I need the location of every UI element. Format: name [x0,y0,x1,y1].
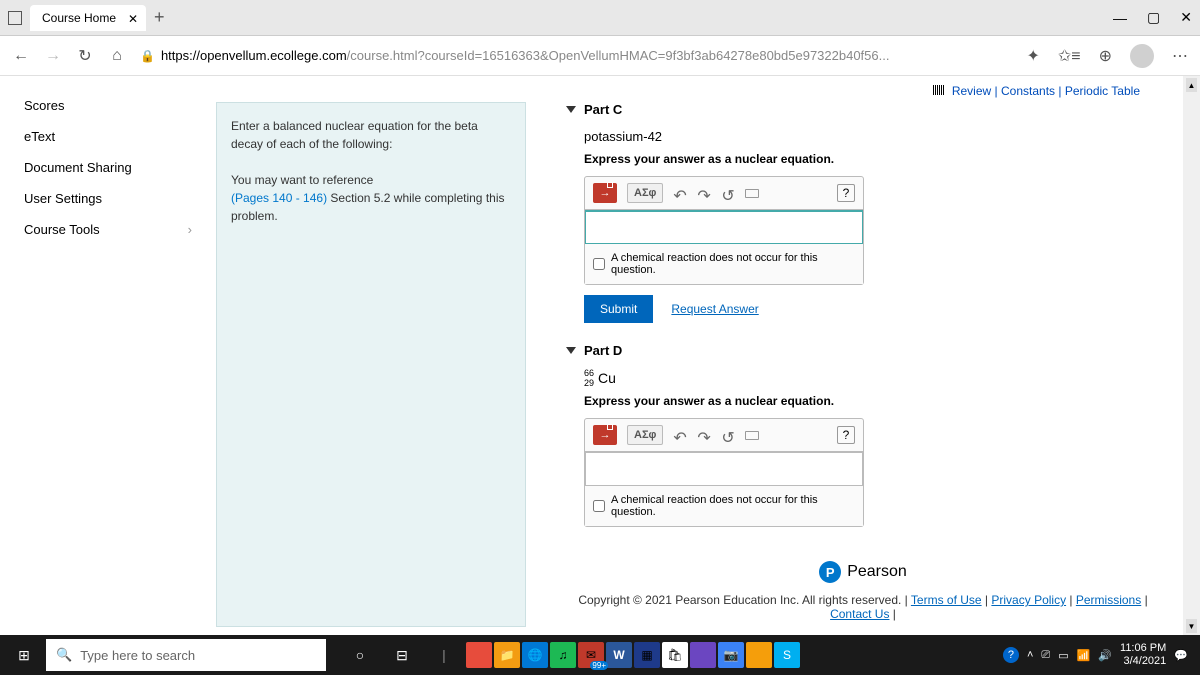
answer-input-d[interactable] [585,452,863,486]
keyboard-icon[interactable] [745,189,759,198]
volume-icon[interactable]: 🔊 [1098,649,1112,662]
request-answer-link-c[interactable]: Request Answer [671,302,758,316]
review-link[interactable]: Review [952,84,991,98]
help-icon[interactable]: ? [837,426,855,444]
taskbar-search[interactable]: 🔍 Type here to search [46,639,326,671]
sidebar-item-scores[interactable]: Scores [0,90,216,121]
refresh-button[interactable]: ↻ [76,47,94,65]
page-ref-link[interactable]: (Pages 140 - 146) [231,191,327,205]
menu-icon[interactable]: ⋯ [1172,46,1188,66]
collections-icon[interactable]: ⊕ [1099,46,1112,66]
permissions-link[interactable]: Permissions [1076,593,1141,607]
footer: P Pearson Copyright © 2021 Pearson Educa… [566,547,1160,627]
sidebar-item-usersettings[interactable]: User Settings [0,183,216,214]
store-icon[interactable]: 🛍 [662,642,688,668]
task-app-1[interactable] [466,642,492,668]
search-icon: 🔍 [56,647,72,663]
wifi-icon[interactable]: 📶 [1077,649,1091,662]
terms-link[interactable]: Terms of Use [911,593,982,607]
submit-button-c[interactable]: Submit [584,295,653,323]
reset-icon[interactable]: ↺ [721,186,735,200]
formula-tool[interactable]: → [593,183,617,203]
new-tab-button[interactable]: + [154,7,165,28]
profile-avatar[interactable] [1130,44,1154,68]
battery-icon[interactable]: ▭ [1058,649,1068,662]
address-bar[interactable]: 🔒 https://openvellum.ecollege.com/course… [140,48,1012,63]
browser-tab[interactable]: Course Home ✕ [30,5,146,31]
undo-icon[interactable]: ↶ [673,428,687,442]
tab-favicon [8,11,22,25]
start-button[interactable]: ⊞ [4,635,44,675]
formula-tool[interactable]: → [593,425,617,445]
taskview-icon[interactable]: ⊟ [382,635,422,675]
answer-box-c: → ΑΣφ ↶ ↷ ↺ ? A chemical [584,176,864,285]
forward-button[interactable]: → [44,47,62,65]
minimize-icon[interactable]: — [1113,10,1127,26]
divider: | [424,635,464,675]
periodic-link[interactable]: Periodic Table [1065,84,1140,98]
constants-link[interactable]: Constants [1001,84,1055,98]
close-tab-icon[interactable]: ✕ [128,12,138,26]
answer-input-c[interactable] [585,210,863,244]
favorites-icon[interactable]: ✩≡ [1058,46,1081,66]
sidebar: Scores eText Document Sharing User Setti… [0,76,216,635]
chevron-right-icon: › [188,222,192,237]
collapse-icon[interactable] [566,106,576,113]
word-icon[interactable]: W [606,642,632,668]
keyboard-icon[interactable] [745,431,759,440]
top-links: Review | Constants | Periodic Table [216,76,1160,102]
tray-chevron-icon[interactable]: ˄ [1027,649,1033,661]
part-d: Part D 66 29 Cu Express your answer as a… [566,343,1160,527]
barcode-icon [933,85,945,95]
main-panel: Review | Constants | Periodic Table Ente… [216,76,1200,635]
scroll-up-icon[interactable]: ▲ [1186,78,1197,92]
collapse-icon[interactable] [566,347,576,354]
notifications-icon[interactable]: 💬 [1174,649,1188,662]
instruction-box: Enter a balanced nuclear equation for th… [216,102,526,627]
pearson-p-icon: P [819,561,841,583]
tray-clock[interactable]: 11:06 PM 3/4/2021 [1120,642,1166,668]
undo-icon[interactable]: ↶ [673,186,687,200]
pearson-logo: P Pearson [819,561,907,583]
sidebar-item-etext[interactable]: eText [0,121,216,152]
cortana-icon[interactable]: ○ [340,635,380,675]
task-app-2[interactable]: ▦ [634,642,660,668]
isotope-label: 66 29 Cu [584,370,616,386]
help-tray-icon[interactable]: ? [1003,647,1019,663]
tab-title: Course Home [42,11,116,25]
tracking-icon[interactable]: ✦ [1026,46,1039,66]
edge-icon[interactable]: 🌐 [522,642,548,668]
sidebar-item-docsharing[interactable]: Document Sharing [0,152,216,183]
greek-tool[interactable]: ΑΣφ [627,425,663,445]
reset-icon[interactable]: ↺ [721,428,735,442]
back-button[interactable]: ← [12,47,30,65]
task-app-3[interactable] [690,642,716,668]
screen-icon[interactable]: ⎚ [1041,649,1050,662]
maximize-icon[interactable]: ▢ [1147,9,1160,26]
file-explorer-icon[interactable]: 📁 [494,642,520,668]
sidebar-item-coursetools[interactable]: Course Tools › [0,214,216,245]
greek-tool[interactable]: ΑΣφ [627,183,663,203]
scroll-down-icon[interactable]: ▼ [1186,619,1197,633]
close-window-icon[interactable]: ✕ [1180,9,1192,26]
task-app-4[interactable] [746,642,772,668]
answer-box-d: → ΑΣφ ↶ ↷ ↺ ? A chemical [584,418,864,527]
home-button[interactable]: ⌂ [108,47,126,65]
camera-icon[interactable]: 📷 [718,642,744,668]
redo-icon[interactable]: ↷ [697,186,711,200]
privacy-link[interactable]: Privacy Policy [991,593,1066,607]
contact-link[interactable]: Contact Us [830,607,889,621]
skype-icon[interactable]: S [774,642,800,668]
part-c: Part C potassium-42 Express your answer … [566,102,1160,323]
spotify-icon[interactable]: ♫ [550,642,576,668]
lock-icon: 🔒 [140,49,155,63]
taskbar: ⊞ 🔍 Type here to search ○ ⊟ | 📁 🌐 ♫ ✉99+… [0,635,1200,675]
mail-icon[interactable]: ✉99+ [578,642,604,668]
help-icon[interactable]: ? [837,184,855,202]
no-reaction-checkbox-c[interactable] [593,258,605,270]
no-reaction-checkbox-d[interactable] [593,500,605,512]
scrollbar[interactable]: ▲ ▼ [1183,76,1200,635]
redo-icon[interactable]: ↷ [697,428,711,442]
